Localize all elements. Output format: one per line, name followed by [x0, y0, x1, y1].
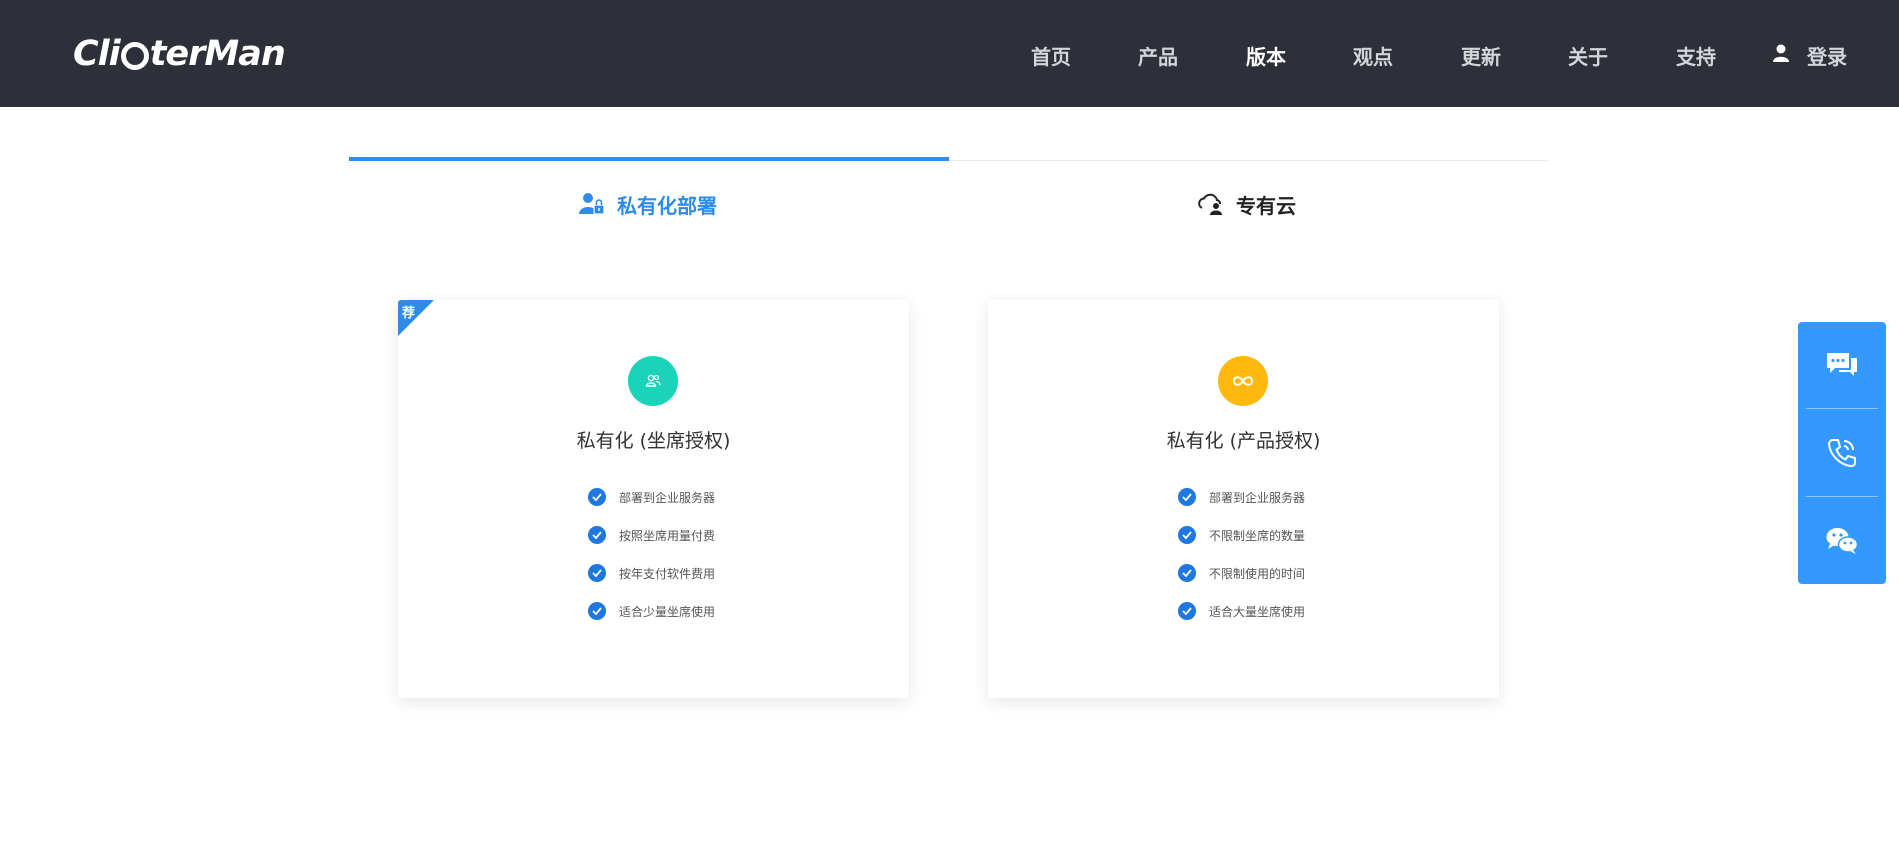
check-circle-icon [588, 526, 606, 544]
plan-title: 私有化 (坐席授权) [576, 430, 731, 452]
plan-icon-circle [1218, 356, 1268, 406]
wechat-contact-button[interactable] [1798, 498, 1886, 584]
check-circle-icon [1178, 602, 1196, 620]
nav-editions[interactable]: 版本 [1246, 41, 1286, 70]
main-nav: 首页 产品 版本 观点 更新 关于 支持 登录 [1010, 0, 1899, 107]
sidebar-divider [1806, 408, 1878, 409]
feature-item: 按照坐席用量付费 [588, 516, 715, 554]
feature-item: 不限制坐席的数量 [1178, 516, 1305, 554]
check-circle-icon [588, 488, 606, 506]
feature-text: 按年支付软件费用 [619, 566, 716, 581]
logo-text-left: Cli [73, 34, 121, 74]
nav-insights[interactable]: 观点 [1353, 41, 1393, 70]
deployment-tabs: 私有化部署 专有云 [349, 157, 1549, 247]
check-circle-icon [1178, 526, 1196, 544]
feature-item: 部署到企业服务器 [588, 478, 715, 516]
floating-contact-bar [1798, 322, 1886, 584]
feature-list: 部署到企业服务器 按照坐席用量付费 按年支付软件费用 适合少量坐席使用 [588, 478, 715, 630]
online-chat-button[interactable] [1798, 322, 1886, 408]
phone-icon [1827, 439, 1856, 468]
plan-icon-circle [628, 356, 678, 406]
plan-title: 私有化 (产品授权) [1166, 430, 1321, 452]
feature-list: 部署到企业服务器 不限制坐席的数量 不限制使用的时间 适合大量坐席使用 [1178, 478, 1305, 630]
check-circle-icon [588, 602, 606, 620]
users-icon [645, 374, 661, 387]
feature-text: 适合少量坐席使用 [619, 604, 716, 619]
tab-active-indicator [349, 157, 949, 161]
wechat-icon [1826, 528, 1859, 554]
top-header: Cli terMan 首页 产品 版本 观点 更新 关于 支持 登录 [0, 0, 1899, 107]
tab-dedicated-cloud[interactable]: 专有云 [1198, 187, 1296, 221]
nav-products[interactable]: 产品 [1138, 41, 1178, 70]
cloud-user-icon [1198, 193, 1222, 215]
feature-item: 适合少量坐席使用 [588, 592, 715, 630]
logo-text-right: terMan [149, 34, 286, 74]
nav-updates[interactable]: 更新 [1461, 41, 1501, 70]
check-circle-icon [1178, 564, 1196, 582]
nav-login[interactable]: 登录 [1807, 41, 1847, 70]
nav-support[interactable]: 支持 [1676, 41, 1716, 70]
user-icon[interactable] [1773, 44, 1789, 62]
check-circle-icon [1178, 488, 1196, 506]
feature-item: 适合大量坐席使用 [1178, 592, 1305, 630]
check-circle-icon [588, 564, 606, 582]
feature-text: 按照坐席用量付费 [619, 528, 716, 543]
tab-private-deployment[interactable]: 私有化部署 [579, 187, 717, 221]
feature-text: 部署到企业服务器 [1209, 490, 1306, 505]
logo[interactable]: Cli terMan [73, 30, 286, 78]
nav-home[interactable]: 首页 [1031, 41, 1071, 70]
plan-card-seat-license[interactable]: 荐 私有化 (坐席授权) 部署到企业服务器 按照坐席用量付费 按年支付软件费用 … [398, 300, 909, 698]
logo-chat-bubble-icon [120, 38, 149, 70]
phone-contact-button[interactable] [1798, 410, 1886, 496]
feature-item: 不限制使用的时间 [1178, 554, 1305, 592]
recommended-badge-text: 荐 [402, 306, 416, 321]
tab-label: 私有化部署 [617, 193, 717, 218]
feature-text: 适合大量坐席使用 [1209, 604, 1306, 619]
feature-item: 按年支付软件费用 [588, 554, 715, 592]
nav-about[interactable]: 关于 [1568, 41, 1608, 70]
feature-text: 不限制坐席的数量 [1209, 528, 1306, 543]
plan-card-product-license[interactable]: 私有化 (产品授权) 部署到企业服务器 不限制坐席的数量 不限制使用的时间 适合… [988, 300, 1499, 698]
user-lock-icon [579, 193, 605, 215]
feature-text: 部署到企业服务器 [619, 490, 716, 505]
feature-item: 部署到企业服务器 [1178, 478, 1305, 516]
sidebar-divider [1806, 496, 1878, 497]
infinity-icon [1232, 376, 1254, 386]
chat-icon [1827, 353, 1857, 376]
tab-label: 专有云 [1236, 193, 1296, 218]
feature-text: 不限制使用的时间 [1209, 566, 1306, 581]
